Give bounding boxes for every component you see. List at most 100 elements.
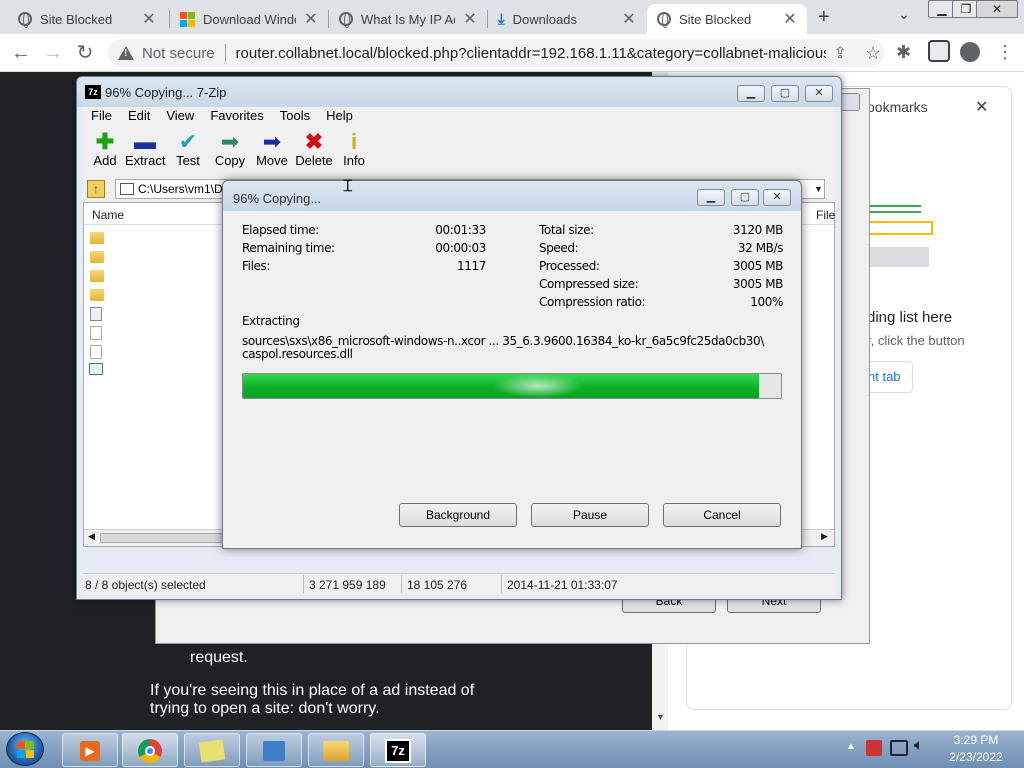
tab-download-windows[interactable]: Download Windo ✕ [170, 4, 328, 34]
tab-title: Site Blocked [40, 11, 113, 27]
profile-avatar[interactable] [960, 42, 980, 62]
current-file-name: caspol.resources.dll [242, 347, 353, 361]
7zip-titlebar[interactable]: 7z 96% Copying... 7-Zip ▁ ▢ ✕ [77, 77, 841, 107]
scroll-down-arrow-icon[interactable]: ▼ [656, 712, 665, 722]
taskbar-media-player[interactable]: ▶ [62, 733, 118, 767]
folder-icon[interactable] [90, 251, 104, 263]
side-panel-icon[interactable] [928, 40, 950, 62]
move-icon: ➡ [262, 129, 282, 154]
settings-file-icon[interactable] [90, 307, 102, 321]
status-date: 2014-11-21 01:33:07 [507, 578, 618, 592]
column-file[interactable]: File [816, 208, 835, 222]
copy-button[interactable]: ➡ Copy [213, 129, 247, 169]
cancel-button[interactable]: Cancel [663, 503, 781, 527]
close-icon[interactable] [840, 93, 860, 111]
url-text[interactable]: router.collabnet.local/blocked.php?clien… [236, 45, 826, 62]
folder-icon[interactable] [90, 232, 104, 244]
close-icon[interactable]: ✕ [142, 9, 156, 29]
file-icon[interactable] [90, 345, 102, 359]
status-packed: 18 105 276 [407, 578, 468, 592]
menu-edit[interactable]: Edit [120, 107, 158, 125]
address-bar[interactable]: Not secure router.collabnet.local/blocke… [108, 39, 884, 67]
taskbar-explorer[interactable] [308, 733, 364, 767]
menu-icon[interactable]: ⋮ [996, 42, 1014, 63]
progress-titlebar[interactable]: 96% Copying... ▁ ▢ ✕ [223, 181, 801, 211]
download-icon: ⤓ [498, 10, 505, 28]
status-size: 3 271 959 189 [309, 578, 386, 592]
clock-time[interactable]: 3:29 PM [940, 733, 1012, 747]
delete-label: Delete [295, 153, 333, 168]
copy-progress-dialog: 96% Copying... ▁ ▢ ✕ Elapsed time: 00:01… [222, 180, 802, 549]
delete-button[interactable]: ✖ Delete [295, 131, 333, 169]
maximize-button[interactable]: ▢ [731, 189, 759, 206]
forward-button[interactable]: → [40, 41, 66, 65]
close-icon[interactable]: ✕ [622, 9, 636, 29]
folder-up-icon[interactable]: ↑ [87, 180, 105, 198]
scroll-left-icon[interactable]: ◀ [88, 531, 95, 542]
menu-view[interactable]: View [158, 107, 202, 125]
maximize-button[interactable]: ▢ [771, 85, 799, 102]
add-button[interactable]: ✚ Add [87, 131, 123, 169]
window-close-button[interactable]: ✕ [976, 0, 1018, 18]
folder-icon[interactable] [90, 289, 104, 301]
extensions-icon[interactable]: ✱ [896, 42, 911, 63]
status-selected: 8 / 8 object(s) selected [85, 578, 206, 592]
reading-list-heading: ding list here [867, 309, 953, 326]
clock-date[interactable]: 2/23/2022 [940, 750, 1012, 764]
browser-toolbar: ← → ↻ Not secure router.collabnet.local/… [0, 34, 1024, 72]
taskbar-installer[interactable] [246, 733, 302, 767]
close-icon[interactable]: ✕ [304, 9, 318, 29]
compression-ratio-label: Compression ratio: [539, 295, 646, 309]
move-button[interactable]: ➡ Move [255, 129, 289, 169]
copy-icon: ➡ [220, 129, 240, 154]
close-icon[interactable]: ✕ [463, 9, 477, 29]
pause-button[interactable]: Pause [531, 503, 649, 527]
menu-tools[interactable]: Tools [272, 107, 318, 125]
column-name[interactable]: Name [92, 208, 124, 222]
installer-icon [263, 741, 285, 761]
reload-button[interactable]: ↻ [72, 41, 98, 65]
close-button[interactable]: ✕ [805, 85, 833, 102]
7zip-logo-icon: 7z [85, 85, 101, 99]
test-button[interactable]: ✔ Test [171, 131, 205, 169]
7zip-menu-bar: File Edit View Favorites Tools Help [83, 107, 835, 125]
exe-file-icon[interactable] [89, 363, 103, 375]
action-center-flag-icon[interactable] [866, 740, 882, 756]
minimize-button[interactable]: ▁ [737, 85, 765, 102]
start-button[interactable] [6, 732, 44, 766]
background-button[interactable]: Background [399, 503, 517, 527]
file-icon[interactable] [90, 326, 102, 340]
back-button[interactable]: ← [8, 41, 34, 65]
taskbar-chrome[interactable] [122, 733, 178, 767]
scroll-right-icon[interactable]: ▶ [821, 531, 828, 542]
menu-file[interactable]: File [83, 107, 120, 125]
close-icon[interactable]: ✕ [783, 9, 797, 29]
info-button[interactable]: i Info [339, 131, 369, 169]
bookmark-star-icon[interactable]: ☆ [865, 43, 881, 64]
taskbar-7zip[interactable]: 7z [370, 733, 426, 767]
extract-icon: ▬ [134, 129, 156, 154]
media-player-icon: ▶ [80, 741, 100, 761]
tab-search-chevron-icon[interactable]: ⌄ [898, 6, 910, 23]
menu-favorites[interactable]: Favorites [202, 107, 271, 125]
tab-what-is-my-ip[interactable]: What Is My IP Ad ✕ [329, 4, 487, 34]
volume-icon[interactable]: 🔈︎ [914, 737, 924, 755]
show-hidden-icons-arrow[interactable]: ▲ [846, 741, 856, 752]
new-tab-button[interactable]: + [818, 6, 830, 29]
sticky-notes-icon [198, 739, 226, 763]
minimize-button[interactable]: ▁ [697, 189, 725, 206]
dropdown-arrow-icon[interactable]: ▼ [814, 184, 823, 194]
taskbar-notes[interactable] [184, 733, 240, 767]
menu-help[interactable]: Help [318, 107, 361, 125]
close-button[interactable]: ✕ [763, 189, 791, 206]
close-panel-button[interactable]: ✕ [975, 97, 988, 117]
tab-site-blocked-1[interactable]: Site Blocked ✕ [8, 4, 166, 34]
share-icon[interactable]: ⇪ [834, 43, 847, 63]
extract-button[interactable]: ▬ Extract [125, 129, 165, 169]
folder-icon[interactable] [90, 270, 104, 282]
tab-downloads[interactable]: ⤓ Downloads ✕ [488, 4, 646, 34]
tab-site-blocked-active[interactable]: Site Blocked ✕ [647, 4, 807, 34]
progress-bar [242, 373, 782, 399]
progress-shine [493, 374, 583, 398]
network-icon[interactable] [890, 740, 908, 756]
